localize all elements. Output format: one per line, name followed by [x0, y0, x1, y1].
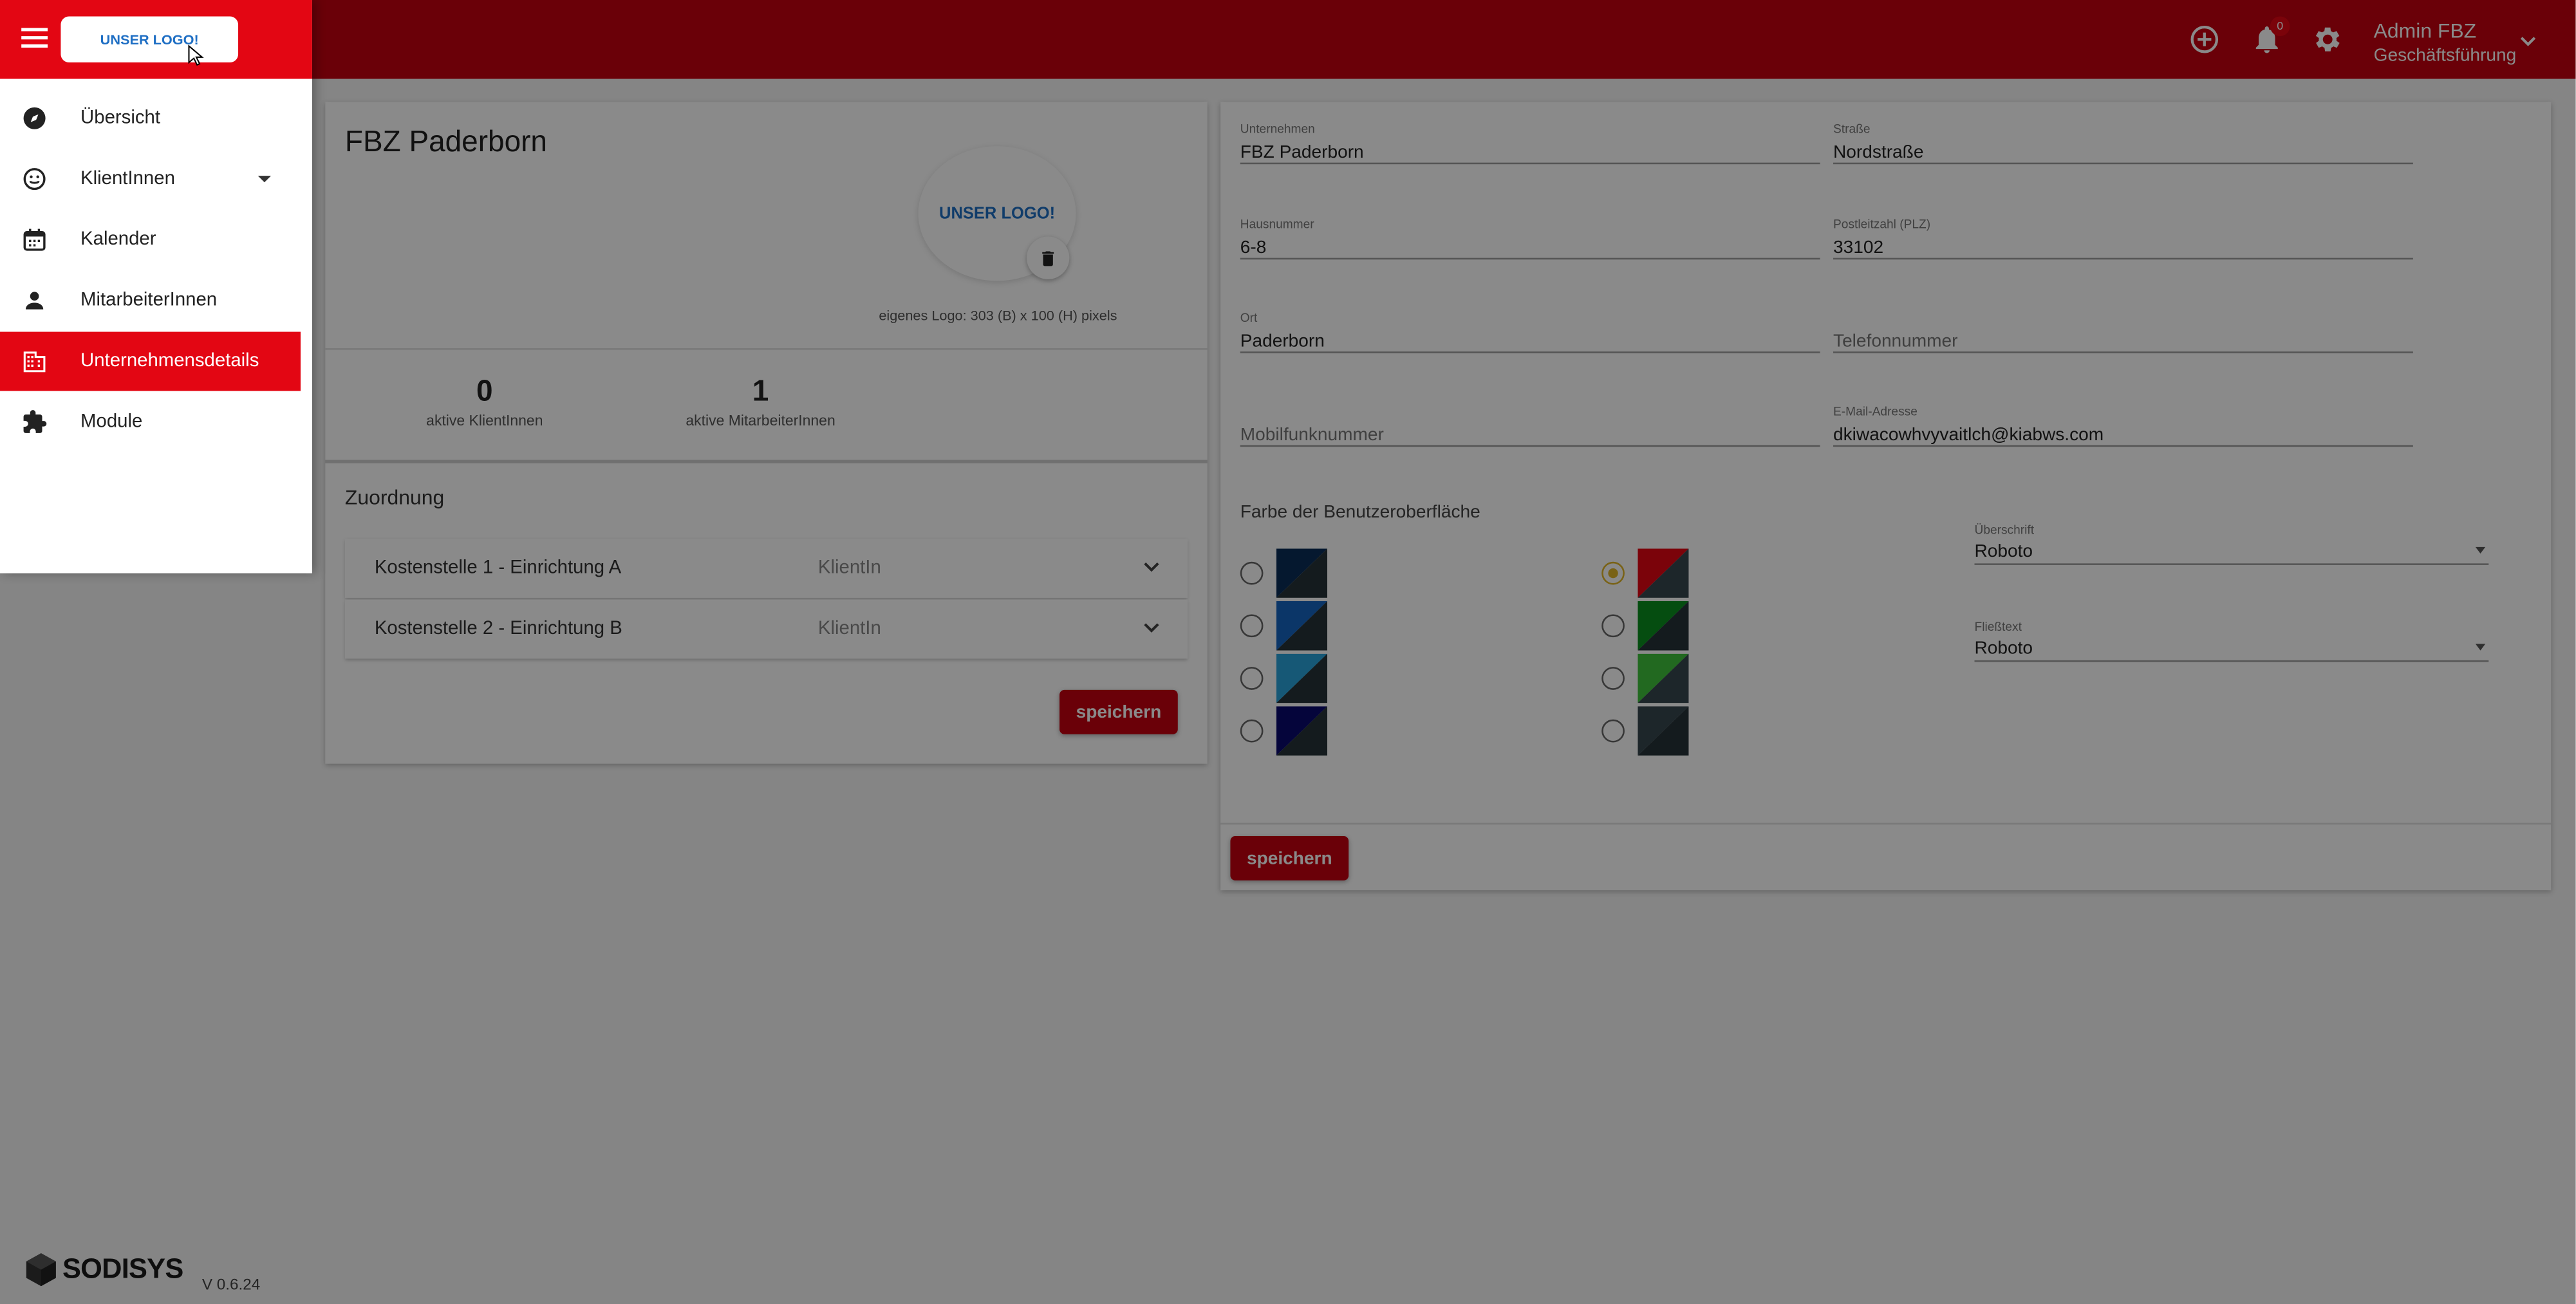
expand-caret-icon[interactable]	[257, 176, 272, 183]
sidebar-item-uebersicht[interactable]: Übersicht	[0, 89, 301, 148]
drawer-backdrop[interactable]	[0, 0, 2576, 1304]
building-icon	[23, 351, 46, 373]
compass-icon	[23, 107, 46, 129]
sidebar-item-klientinnen[interactable]: KlientInnen	[0, 149, 301, 209]
person-icon	[25, 292, 44, 310]
sidebar-item-module[interactable]: Module	[0, 393, 301, 452]
calendar-icon	[23, 228, 46, 251]
menu-icon[interactable]	[21, 28, 48, 51]
mouse-cursor-icon	[188, 44, 204, 66]
sidebar-item-kalender[interactable]: Kalender	[0, 210, 301, 270]
sidebar-item-unternehmensdetails[interactable]: Unternehmensdetails	[0, 331, 301, 391]
sidebar-item-label: Unternehmensdetails	[80, 351, 259, 371]
sidebar-item-label: Übersicht	[80, 108, 161, 129]
sidebar-item-label: Kalender	[80, 230, 156, 250]
sidebar-header: UNSER LOGO!	[0, 0, 312, 79]
smiley-icon	[23, 168, 46, 191]
sidebar-item-mitarbeiterinnen[interactable]: MitarbeiterInnen	[0, 271, 301, 330]
puzzle-icon	[23, 410, 47, 433]
app-logo[interactable]: UNSER LOGO!	[61, 16, 239, 62]
sidebar-item-label: MitarbeiterInnen	[80, 290, 218, 311]
sidebar-item-label: Module	[80, 412, 143, 433]
sidebar-item-label: KlientInnen	[80, 169, 175, 189]
sidebar-drawer: UNSER LOGO! Übersicht KlientInnen Kalend…	[0, 0, 312, 573]
app-logo-text: UNSER LOGO!	[100, 31, 199, 48]
